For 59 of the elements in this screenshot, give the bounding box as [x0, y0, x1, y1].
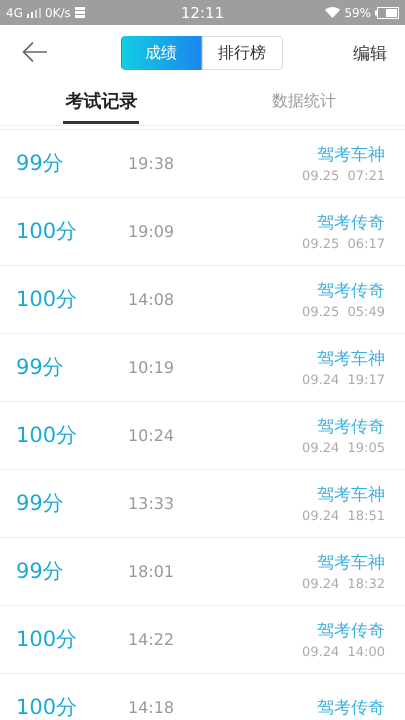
- score: 100分: [16, 221, 78, 242]
- battery-icon: [375, 6, 400, 18]
- network-type: 4G: [6, 6, 23, 20]
- record-date: 09.24 19:17: [302, 373, 385, 388]
- rank-title: 驾考传奇: [317, 416, 385, 438]
- score: 99分: [16, 357, 65, 378]
- score: 100分: [16, 697, 78, 718]
- rank-title: 驾考车神: [317, 552, 385, 574]
- score: 100分: [16, 289, 78, 310]
- edit-button[interactable]: 编辑: [353, 42, 387, 64]
- record-row[interactable]: 99分 10:19 驾考车神 09.24 19:17: [0, 334, 405, 402]
- record-row[interactable]: 100分 14:22 驾考传奇 09.24 14:00: [0, 606, 405, 674]
- tab[interactable]: 数据统计: [202, 81, 405, 125]
- duration: 10:19: [128, 358, 176, 377]
- duration: 14:18: [128, 698, 176, 717]
- signal-icon: [26, 8, 41, 18]
- duration: 19:38: [128, 154, 176, 173]
- score: 99分: [16, 493, 65, 514]
- network-speed: 0K/s: [44, 6, 71, 20]
- segment-tab[interactable]: 排行榜: [202, 36, 282, 70]
- rank-title: 驾考传奇: [317, 280, 385, 302]
- data-icon: [74, 7, 85, 18]
- record-date: 09.25 07:21: [302, 169, 385, 184]
- rank-title: 驾考车神: [317, 484, 385, 506]
- score: 99分: [16, 561, 65, 582]
- segment-tab[interactable]: 成绩: [120, 36, 202, 70]
- record-row[interactable]: 100分 10:24 驾考传奇 09.24 19:05: [0, 402, 405, 470]
- duration: 10:24: [128, 426, 176, 445]
- rank-title: 驾考传奇: [317, 697, 385, 719]
- record-row[interactable]: 100分 14:08 驾考传奇 09.25 05:49: [0, 266, 405, 334]
- clock: 12:11: [180, 4, 224, 22]
- battery-percent: 59%: [344, 6, 372, 20]
- rank-title: 驾考车神: [317, 348, 385, 370]
- record-row[interactable]: 100分 14:18 驾考传奇: [0, 674, 405, 720]
- record-row[interactable]: 99分 19:38 驾考车神 09.25 07:21: [0, 130, 405, 198]
- record-date: 09.24 18:51: [302, 509, 385, 524]
- record-date: 09.25 06:17: [302, 237, 385, 252]
- rank-title: 驾考传奇: [317, 620, 385, 642]
- back-button[interactable]: [22, 41, 50, 65]
- record-date: 09.24 19:05: [302, 441, 385, 456]
- record-row[interactable]: 100分 19:09 驾考传奇 09.25 06:17: [0, 198, 405, 266]
- score: 100分: [16, 629, 78, 650]
- record-date: 09.24 18:32: [302, 577, 385, 592]
- rank-title: 驾考车神: [317, 144, 385, 166]
- record-row[interactable]: 99分 18:01 驾考车神 09.24 18:32: [0, 538, 405, 606]
- tab[interactable]: 考试记录: [0, 81, 202, 125]
- record-date: 09.24 14:00: [302, 645, 385, 660]
- rank-title: 驾考传奇: [317, 212, 385, 234]
- score: 100分: [16, 425, 78, 446]
- record-date: 09.25 05:49: [302, 305, 385, 320]
- duration: 13:33: [128, 494, 176, 513]
- record-row[interactable]: 99分 13:33 驾考车神 09.24 18:51: [0, 470, 405, 538]
- duration: 14:08: [128, 290, 176, 309]
- duration: 19:09: [128, 222, 176, 241]
- score: 99分: [16, 153, 65, 174]
- duration: 14:22: [128, 630, 176, 649]
- wifi-icon: [325, 7, 340, 18]
- duration: 18:01: [128, 562, 176, 581]
- back-arrow-icon: [22, 41, 48, 63]
